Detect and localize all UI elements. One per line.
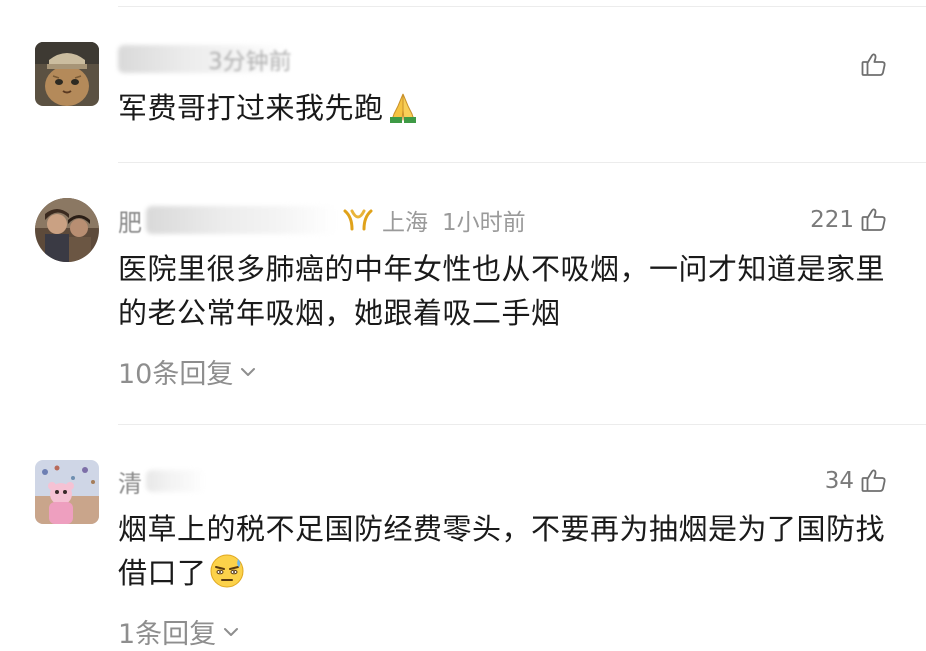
- comment-meta: 3分钟前: [118, 42, 292, 76]
- comment-text: 医院里很多肺癌的中年女性也从不吸烟，一问才知道是家里的老公常年吸烟，她跟着吸二手…: [118, 247, 908, 335]
- chevron-down-icon: [239, 365, 257, 379]
- cold-sweat-face-icon: [209, 553, 245, 601]
- comment-text-content: 医院里很多肺癌的中年女性也从不吸烟，一问才知道是家里的老公常年吸烟，她跟着吸二手…: [118, 252, 886, 330]
- avatar[interactable]: [35, 460, 99, 524]
- user-name-blurred: [146, 206, 336, 234]
- avatar[interactable]: [35, 198, 99, 262]
- view-replies-button[interactable]: 10条回复: [118, 352, 257, 391]
- replies-label: 1条回复: [118, 619, 217, 650]
- view-replies-button[interactable]: 1条回复: [118, 612, 240, 651]
- thumbs-up-icon: [860, 467, 888, 495]
- thumbs-up-icon: [860, 206, 888, 234]
- avatar[interactable]: [35, 42, 99, 106]
- replies-label: 10条回复: [118, 359, 234, 390]
- comment-meta: 清: [118, 464, 206, 498]
- like-count: 221: [810, 207, 854, 233]
- like-count: 34: [824, 468, 854, 494]
- folded-hands-icon: [386, 90, 420, 136]
- divider: [118, 162, 926, 163]
- comment-time: 3分钟前: [208, 49, 292, 75]
- divider: [118, 424, 926, 425]
- comment-text: 军费哥打过来我先跑: [118, 86, 908, 136]
- comment-text-content: 军费哥打过来我先跑: [118, 91, 384, 125]
- thumbs-up-icon: [860, 51, 888, 79]
- user-name[interactable]: 清: [118, 464, 142, 499]
- chevron-down-icon: [222, 625, 240, 639]
- comment-meta: 肥 上海 1小时前: [118, 203, 526, 237]
- vip-badge-icon: [342, 207, 374, 233]
- like-button[interactable]: 34: [825, 464, 888, 498]
- like-button[interactable]: 221: [810, 203, 888, 237]
- comment-text: 烟草上的税不足国防经费零头，不要再为抽烟是为了国防找借口了: [118, 507, 908, 601]
- comment-time: 1小时前: [442, 210, 526, 236]
- divider-top: [118, 6, 926, 7]
- comment-location: 上海: [382, 210, 428, 236]
- user-name[interactable]: 肥: [118, 203, 142, 238]
- user-name-blurred: [146, 470, 206, 492]
- like-button[interactable]: [854, 48, 888, 82]
